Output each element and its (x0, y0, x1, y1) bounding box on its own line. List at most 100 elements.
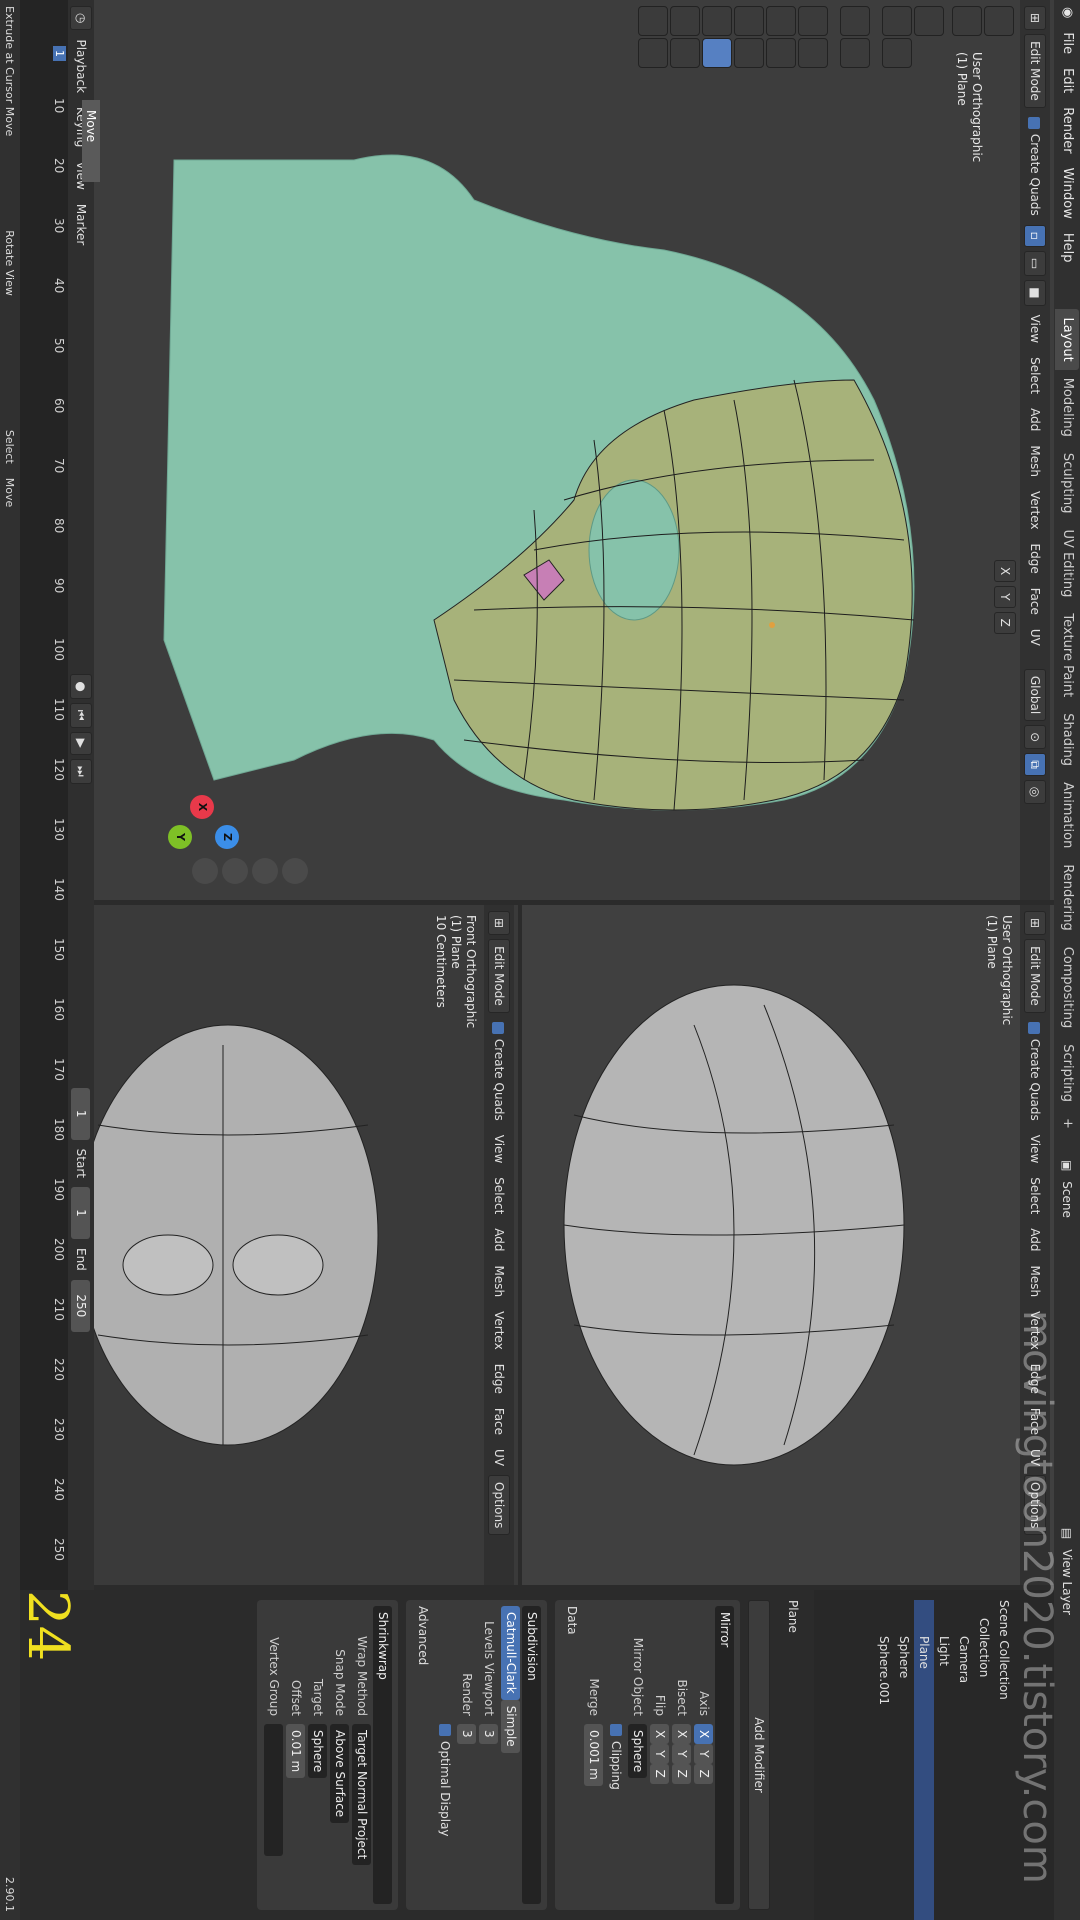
menu-mesh[interactable]: Mesh (1024, 1261, 1046, 1303)
menu-vertex[interactable]: Vertex (1024, 486, 1046, 535)
bevel-tool-icon[interactable] (766, 38, 796, 68)
catmull-clark-button[interactable]: Catmull-Clark (501, 1606, 521, 1700)
axis-z[interactable]: Z (694, 1763, 714, 1784)
tab-uv-editing[interactable]: UV Editing (1055, 522, 1079, 606)
menu-window[interactable]: Window (1055, 161, 1079, 226)
levels-viewport-field[interactable]: 3 (479, 1724, 499, 1744)
menu-view[interactable]: View (1024, 1130, 1046, 1168)
bisect-z[interactable]: Z (672, 1763, 692, 1784)
menu-add[interactable]: Add (1024, 1223, 1046, 1256)
add-cube-tool-icon[interactable] (798, 6, 828, 36)
optimal-display-checkbox[interactable]: Optimal Display (438, 1741, 452, 1837)
outliner-collection[interactable]: Collection (974, 1600, 994, 1920)
snap-mode-select[interactable]: Above Surface (330, 1724, 350, 1824)
measure-tool-icon[interactable] (840, 38, 870, 68)
cursor-tool-icon[interactable] (952, 6, 982, 36)
advanced-subpanel[interactable]: Advanced (416, 1606, 430, 1665)
blender-logo-icon[interactable]: ◉ (1055, 0, 1079, 25)
gizmo-z-axis[interactable]: Z (215, 825, 239, 849)
end-frame-field[interactable]: 250 (71, 1279, 91, 1332)
menu-select[interactable]: Select (488, 1172, 510, 1219)
shrink-tool-icon[interactable] (670, 38, 700, 68)
timeline-editor-icon[interactable]: ◷ (70, 6, 92, 31)
play-icon[interactable]: ▶ (70, 731, 92, 755)
annotate-tool-icon[interactable] (840, 6, 870, 36)
tab-sculpting[interactable]: Sculpting (1055, 445, 1079, 522)
scene-icon[interactable]: ▣ (1056, 1155, 1078, 1176)
target-field[interactable]: Sphere (308, 1724, 328, 1779)
record-icon[interactable]: ● (70, 674, 92, 699)
menu-face[interactable]: Face (488, 1403, 510, 1440)
subdivision-name[interactable]: Subdivision (522, 1606, 541, 1904)
mode-select[interactable]: Edit Mode (1024, 939, 1046, 1013)
gizmo-y-axis[interactable]: Y (168, 825, 192, 849)
inset-tool-icon[interactable] (766, 6, 796, 36)
mirror-object-field[interactable]: Sphere (628, 1724, 648, 1779)
jump-start-icon[interactable]: ⏮ (70, 702, 92, 728)
add-workspace-button[interactable]: + (1055, 1110, 1079, 1137)
outliner-scene-collection[interactable]: Scene Collection (994, 1600, 1014, 1920)
front-viewport[interactable]: ⊞ Edit Mode Create Quads View Select Add… (94, 905, 518, 1585)
menu-render[interactable]: Render (1055, 100, 1079, 160)
scene-label[interactable]: Scene (1056, 1176, 1078, 1223)
vertex-select-icon[interactable]: ▫ (1024, 224, 1046, 247)
menu-edge[interactable]: Edge (488, 1359, 510, 1399)
menu-face[interactable]: Face (1024, 583, 1046, 620)
bisect-y[interactable]: Y (672, 1744, 692, 1764)
menu-file[interactable]: File (1055, 25, 1079, 61)
pivot-icon[interactable]: ⊙ (1024, 725, 1046, 750)
menu-select[interactable]: Select (1024, 1172, 1046, 1219)
menu-view[interactable]: View (1024, 310, 1046, 348)
menu-mesh[interactable]: Mesh (488, 1261, 510, 1303)
select-tool-icon[interactable] (984, 6, 1014, 36)
perspective-toggle-icon[interactable] (192, 858, 218, 884)
simple-button[interactable]: Simple (501, 1699, 521, 1753)
head-mesh[interactable] (94, 80, 994, 900)
editor-type-icon[interactable]: ⊞ (1024, 911, 1046, 936)
rip-tool-icon[interactable] (638, 38, 668, 68)
mirror-y-toggle[interactable]: Y (994, 586, 1016, 608)
render-field[interactable]: 3 (457, 1724, 477, 1744)
flip-x[interactable]: X (650, 1724, 670, 1745)
outliner-sphere-001[interactable]: Sphere.001 (874, 1600, 894, 1920)
shrinkwrap-name[interactable]: Shrinkwrap (373, 1606, 392, 1904)
offset-field[interactable]: 0.01 m (286, 1724, 306, 1779)
outliner-camera[interactable]: Camera (954, 1600, 974, 1920)
pan-icon[interactable] (252, 858, 278, 884)
options-button[interactable]: Options (488, 1475, 510, 1536)
axis-y[interactable]: Y (694, 1744, 714, 1764)
editor-type-icon[interactable]: ⊞ (1024, 6, 1046, 31)
add-modifier-button[interactable]: Add Modifier (748, 1600, 770, 1910)
operator-panel[interactable]: Move (82, 100, 100, 183)
flip-y[interactable]: Y (650, 1744, 670, 1764)
tab-texture-paint[interactable]: Texture Paint (1055, 605, 1079, 705)
knife-tool-icon[interactable] (734, 38, 764, 68)
playhead[interactable]: 1 (53, 46, 66, 61)
clipping-checkbox[interactable]: Clipping (609, 1741, 623, 1790)
menu-edit[interactable]: Edit (1055, 61, 1079, 100)
orientation-select[interactable]: Global (1024, 668, 1046, 722)
main-viewport[interactable]: ⊞ Edit Mode Create Quads ▫ ▭ ■ View Sele… (94, 0, 1054, 900)
menu-add[interactable]: Add (1024, 403, 1046, 436)
data-subpanel[interactable]: Data (565, 1606, 579, 1635)
tab-scripting[interactable]: Scripting (1055, 1036, 1079, 1110)
mode-select[interactable]: Edit Mode (1024, 34, 1046, 108)
tab-shading[interactable]: Shading (1055, 705, 1079, 774)
wrap-method-select[interactable]: Target Normal Project (352, 1724, 372, 1866)
gizmo-x-axis[interactable]: X (190, 795, 214, 819)
menu-view[interactable]: View (488, 1130, 510, 1168)
camera-view-icon[interactable] (222, 858, 248, 884)
flip-z[interactable]: Z (650, 1763, 670, 1784)
timeline-ruler[interactable]: 1 10 20 30 40 50 60 70 80 90 100 110 120 130 140 150 16… (20, 0, 68, 1590)
create-quads-toggle[interactable]: Create Quads (1024, 1017, 1046, 1126)
axis-x[interactable]: X (694, 1724, 714, 1745)
menu-uv[interactable]: UV (488, 1444, 510, 1471)
create-quads-toggle[interactable]: Create Quads (488, 1017, 510, 1126)
mirror-x-toggle[interactable]: X (994, 560, 1016, 583)
spin-tool-icon[interactable] (702, 38, 732, 68)
outliner-sphere[interactable]: Sphere (894, 1600, 914, 1920)
move-tool-icon[interactable] (914, 6, 944, 36)
vertex-group-field[interactable] (264, 1724, 284, 1856)
timeline-playback-menu[interactable]: Playback (70, 34, 92, 98)
jump-end-icon[interactable]: ⏭ (70, 758, 92, 784)
